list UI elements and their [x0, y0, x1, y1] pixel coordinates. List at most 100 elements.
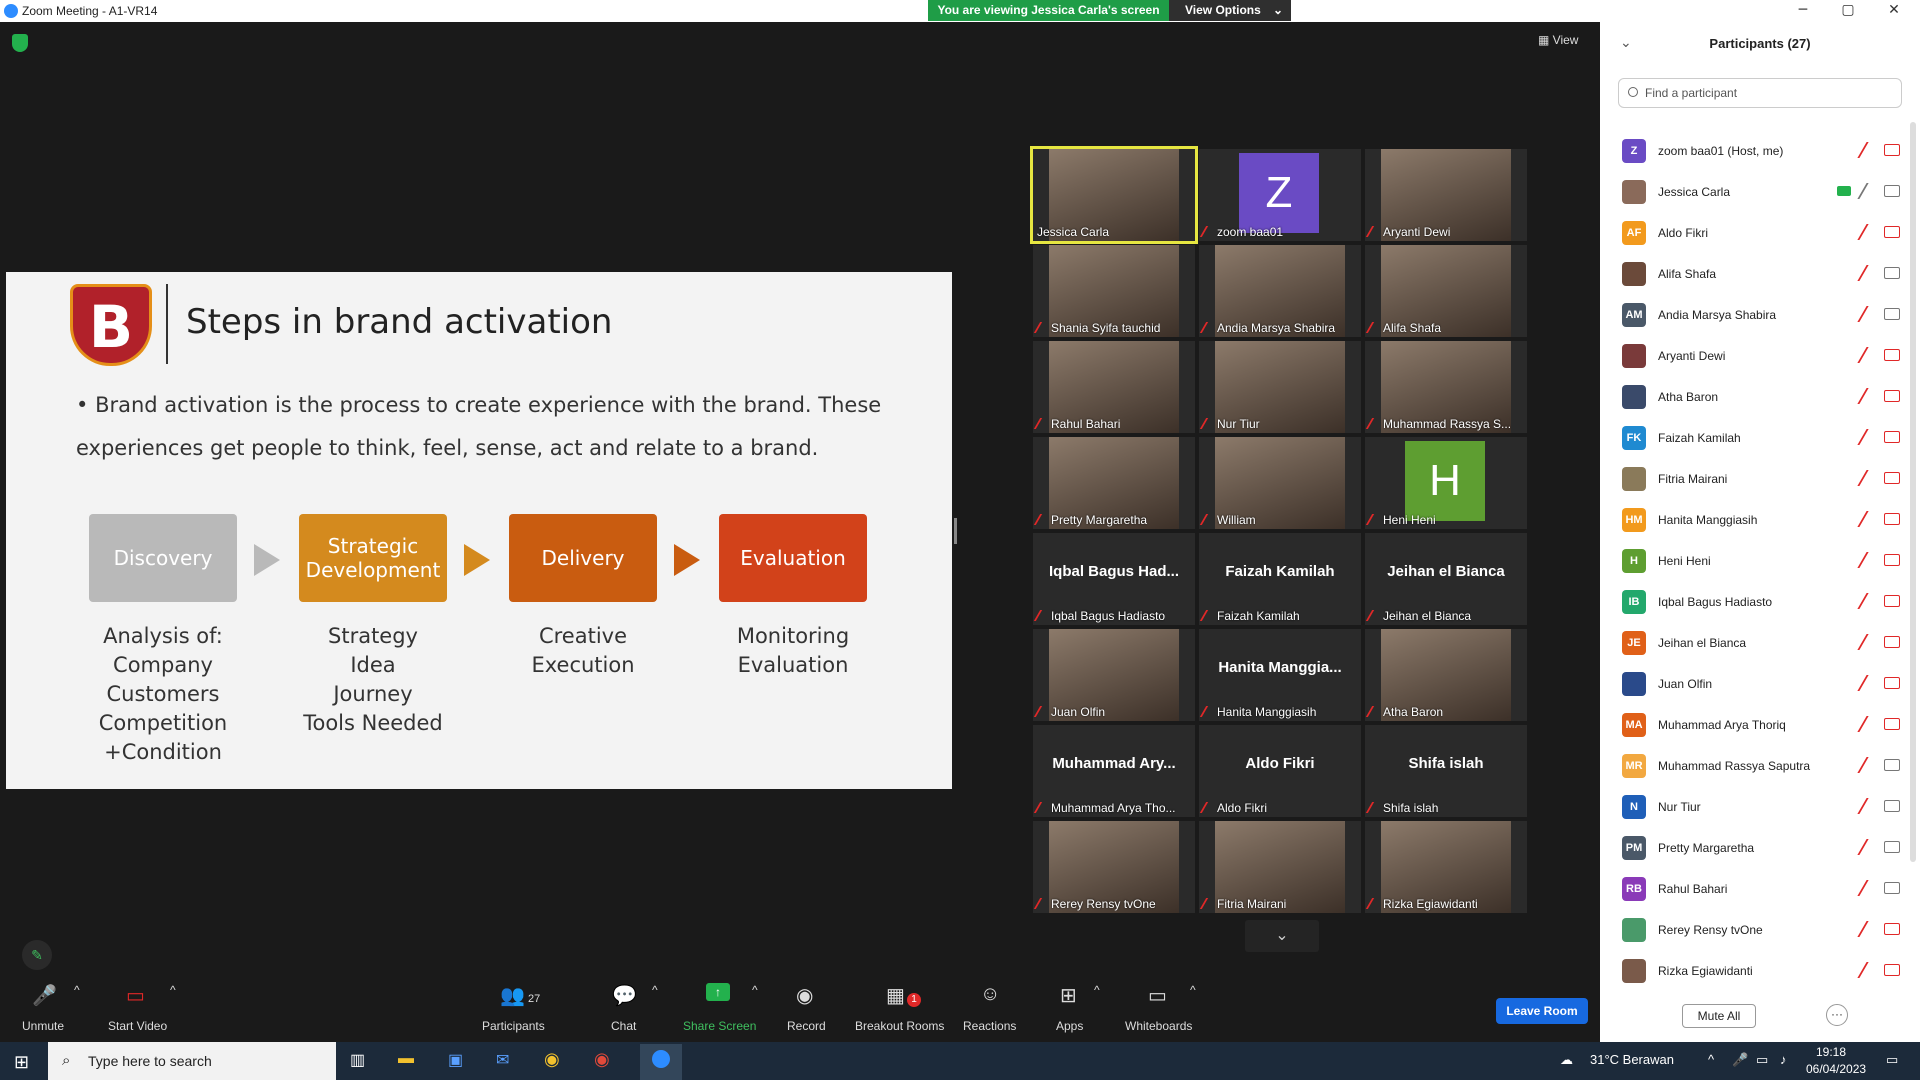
participant-video-icon[interactable]	[1884, 267, 1900, 279]
network-icon[interactable]: ▭	[1756, 1052, 1768, 1068]
apps-icon[interactable]: ⊞	[1060, 983, 1077, 1008]
apps-chevron-icon[interactable]: ^	[1094, 983, 1100, 997]
start-video-label[interactable]: Start Video	[108, 1019, 167, 1033]
video-tile[interactable]: Nur Tiur	[1199, 341, 1361, 433]
video-options-chevron-icon[interactable]: ^	[170, 983, 176, 997]
minimize-icon[interactable]: ─	[1793, 2, 1813, 20]
participant-row[interactable]: MR Muhammad Rassya Saputra	[1600, 747, 1910, 781]
participant-video-icon[interactable]	[1884, 923, 1900, 935]
participant-video-icon[interactable]	[1884, 800, 1900, 812]
chrome-icon[interactable]: ◉	[544, 1049, 560, 1070]
mute-all-button[interactable]: Mute All	[1682, 1004, 1756, 1028]
participant-row[interactable]: AM Andia Marsya Shabira	[1600, 296, 1910, 330]
video-tile[interactable]: Shifa islah Shifa islah	[1365, 725, 1527, 817]
participant-list-scrollbar[interactable]	[1910, 122, 1916, 862]
whiteboards-icon[interactable]: ▭	[1148, 983, 1167, 1008]
video-tile[interactable]: Rerey Rensy tvOne	[1033, 821, 1195, 913]
participant-video-icon[interactable]	[1884, 882, 1900, 894]
encryption-shield-icon[interactable]	[12, 34, 28, 52]
video-tile[interactable]: H Heni Heni	[1365, 437, 1527, 529]
video-tile[interactable]: Juan Olfin	[1033, 629, 1195, 721]
clock-date[interactable]: 06/04/2023	[1806, 1062, 1866, 1076]
share-chevron-icon[interactable]: ^	[752, 983, 758, 997]
more-options-button[interactable]: ···	[1826, 1004, 1848, 1026]
video-tile[interactable]: Muhammad Ary... Muhammad Arya Tho...	[1033, 725, 1195, 817]
reactions-button[interactable]: Reactions	[963, 1019, 1016, 1033]
participant-row[interactable]: FK Faizah Kamilah	[1600, 419, 1910, 453]
clock-time[interactable]: 19:18	[1816, 1045, 1846, 1059]
breakout-rooms-button[interactable]: Breakout Rooms	[855, 1019, 944, 1033]
video-tile[interactable]: William	[1199, 437, 1361, 529]
volume-icon[interactable]: ♪	[1780, 1052, 1787, 1067]
participant-video-icon[interactable]	[1884, 718, 1900, 730]
participant-video-icon[interactable]	[1884, 144, 1900, 156]
apps-button[interactable]: Apps	[1056, 1019, 1083, 1033]
participant-video-icon[interactable]	[1884, 513, 1900, 525]
participant-row[interactable]: HM Hanita Manggiasih	[1600, 501, 1910, 535]
participant-row[interactable]: RB Rahul Bahari	[1600, 870, 1910, 904]
chat-chevron-icon[interactable]: ^	[652, 983, 658, 997]
participant-mic-icon[interactable]	[1857, 634, 1879, 650]
video-tile[interactable]: Alifa Shafa	[1365, 245, 1527, 337]
weather-icon[interactable]: ☁	[1560, 1052, 1573, 1068]
video-tile[interactable]: Zzoom baa01	[1199, 149, 1361, 241]
participant-mic-icon[interactable]	[1857, 962, 1879, 978]
participant-row[interactable]: Zzoom baa01 (Host, me)	[1600, 132, 1910, 166]
participant-video-icon[interactable]	[1884, 390, 1900, 402]
participant-video-icon[interactable]	[1884, 841, 1900, 853]
participant-row[interactable]: H Heni Heni	[1600, 542, 1910, 576]
participant-mic-icon[interactable]	[1857, 593, 1879, 609]
participant-video-icon[interactable]	[1884, 349, 1900, 361]
participants-button[interactable]: Participants	[482, 1019, 545, 1033]
chat-button[interactable]: Chat	[611, 1019, 636, 1033]
participant-mic-icon[interactable]	[1857, 798, 1879, 814]
weather-text[interactable]: 31°C Berawan	[1590, 1052, 1674, 1067]
video-tile[interactable]: Shania Syifa tauchid	[1033, 245, 1195, 337]
video-tile[interactable]: Fitria Mairani	[1199, 821, 1361, 913]
participant-video-icon[interactable]	[1884, 226, 1900, 238]
participants-icon[interactable]: 👥	[500, 983, 525, 1008]
participant-mic-icon[interactable]	[1857, 470, 1879, 486]
participant-row[interactable]: IB Iqbal Bagus Hadiasto	[1600, 583, 1910, 617]
whiteboards-chevron-icon[interactable]: ^	[1190, 983, 1196, 997]
participant-mic-icon[interactable]	[1857, 306, 1879, 322]
participant-row[interactable]: Jessica Carla	[1600, 173, 1910, 207]
participant-search-input[interactable]: Find a participant	[1618, 78, 1902, 108]
split-handle[interactable]	[954, 518, 957, 544]
reactions-icon[interactable]: ☺	[980, 983, 1000, 1006]
unmute-options-chevron-icon[interactable]: ^	[74, 983, 80, 997]
participant-mic-icon[interactable]	[1857, 511, 1879, 527]
video-tile[interactable]: Atha Baron	[1365, 629, 1527, 721]
video-tile[interactable]: Hanita Manggia... Hanita Manggiasih	[1199, 629, 1361, 721]
mic-muted-icon[interactable]: 🎤	[32, 983, 57, 1008]
participant-row[interactable]: Aryanti Dewi	[1600, 337, 1910, 371]
notification-icon[interactable]: ▭	[1886, 1052, 1898, 1068]
task-view-icon[interactable]: ▥	[350, 1050, 365, 1070]
video-off-icon[interactable]: ▭	[126, 983, 145, 1008]
view-options-button[interactable]: View Options ⌄	[1169, 0, 1291, 21]
close-icon[interactable]: ✕	[1884, 2, 1904, 20]
participant-row[interactable]: Alifa Shafa	[1600, 255, 1910, 289]
participant-mic-icon[interactable]	[1857, 429, 1879, 445]
windows-start-icon[interactable]: ⊞	[14, 1052, 29, 1073]
breakout-rooms-icon[interactable]: ▦	[886, 983, 905, 1008]
scroll-down-chevron-icon[interactable]: ⌄	[1245, 920, 1319, 952]
record-icon[interactable]: ◉	[796, 983, 813, 1008]
participant-row[interactable]: AF Aldo Fikri	[1600, 214, 1910, 248]
participant-video-icon[interactable]	[1884, 636, 1900, 648]
zoom-taskbar-active[interactable]	[640, 1044, 682, 1080]
participant-row[interactable]: MA Muhammad Arya Thoriq	[1600, 706, 1910, 740]
video-tile[interactable]: Andia Marsya Shabira	[1199, 245, 1361, 337]
participant-mic-icon[interactable]	[1857, 265, 1879, 281]
video-tile[interactable]: Aryanti Dewi	[1365, 149, 1527, 241]
participant-mic-icon[interactable]	[1857, 552, 1879, 568]
chrome-profile-icon[interactable]: ◉	[594, 1049, 610, 1070]
participant-row[interactable]: Juan Olfin	[1600, 665, 1910, 699]
participant-row[interactable]: JE Jeihan el Bianca	[1600, 624, 1910, 658]
taskbar-search-input[interactable]: ⌕ Type here to search	[48, 1042, 336, 1080]
participant-video-icon[interactable]	[1884, 185, 1900, 197]
store-icon[interactable]: ▣	[448, 1050, 463, 1070]
participant-video-icon[interactable]	[1884, 759, 1900, 771]
participant-row[interactable]: Fitria Mairani	[1600, 460, 1910, 494]
participant-mic-icon[interactable]	[1857, 716, 1879, 732]
